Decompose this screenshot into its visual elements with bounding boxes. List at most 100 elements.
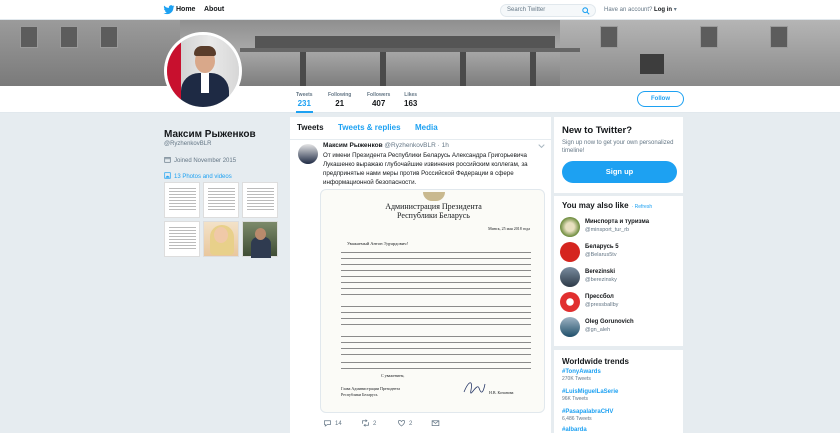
- suggestion-avatar[interactable]: [560, 267, 580, 287]
- trend-tag[interactable]: #TonyAwards: [562, 369, 601, 375]
- banner-window: [600, 26, 618, 48]
- media-thumbnail[interactable]: [164, 182, 200, 218]
- like-count: 2: [409, 421, 413, 427]
- suggestion-handle[interactable]: @pressballby: [585, 302, 618, 308]
- search-input[interactable]: Search Twitter: [500, 4, 596, 17]
- stat-following[interactable]: Following 21: [328, 92, 351, 108]
- trend-tag[interactable]: #PasapalabraCHV: [562, 409, 613, 415]
- banner-window: [700, 26, 718, 48]
- trends-title: Worldwide trends: [562, 357, 629, 366]
- retweet-icon: [362, 419, 369, 427]
- suggestion-handle[interactable]: @Belarus5tv: [585, 252, 617, 258]
- suggestion-item[interactable]: Oleg Gorunovich @gn_aleh: [560, 317, 680, 341]
- suggestion-handle[interactable]: @berezinsky: [585, 277, 617, 283]
- new-to-twitter-card: New to Twitter? Sign up now to get your …: [554, 117, 683, 193]
- signature-icon: [463, 382, 486, 394]
- new-to-twitter-description: Sign up now to get your own personalized…: [562, 140, 674, 154]
- nav-about-link[interactable]: About: [204, 6, 224, 13]
- media-thumbnail[interactable]: [242, 221, 278, 258]
- photos-label[interactable]: 13 Photos and videos: [174, 174, 232, 180]
- reply-icon: [324, 420, 331, 427]
- search-placeholder: Search Twitter: [507, 7, 546, 13]
- stat-label: Following: [328, 92, 352, 98]
- profile-name[interactable]: Максим Рыженков: [164, 129, 256, 140]
- stat-tweets[interactable]: Tweets 231: [296, 92, 313, 113]
- suggestion-item[interactable]: Berezinski @berezinsky: [560, 267, 680, 291]
- media-thumbnail[interactable]: [203, 182, 239, 218]
- suggestion-name[interactable]: Прессбол: [585, 294, 614, 300]
- suggestion-name[interactable]: Oleg Gorunovich: [585, 319, 634, 325]
- tweet-actions: 14 2 2: [323, 419, 543, 429]
- login-link[interactable]: Log in: [654, 7, 672, 13]
- chevron-down-icon[interactable]: [538, 143, 545, 149]
- tweet-avatar[interactable]: [298, 144, 318, 164]
- trend-item[interactable]: #LuisMiguelLaSerie 96K Tweets: [562, 389, 618, 402]
- photos-link[interactable]: 13 Photos and videos: [164, 172, 232, 180]
- document-lines: [169, 188, 196, 212]
- profile-handle[interactable]: @RyzhenkovBLR: [164, 141, 211, 147]
- suggestion-avatar[interactable]: [560, 317, 580, 337]
- suggestion-avatar[interactable]: [560, 292, 580, 312]
- reply-button[interactable]: 14: [323, 419, 342, 427]
- like-button[interactable]: 2: [397, 419, 412, 427]
- tweet-author-handle[interactable]: @RyzhenkovBLR · 1h: [384, 142, 448, 149]
- profile-banner: [0, 20, 840, 86]
- suggestion-avatar[interactable]: [560, 217, 580, 237]
- suggestion-item[interactable]: Беларусь 5 @Belarus5tv: [560, 242, 680, 266]
- suggestion-handle[interactable]: @minsport_tur_rb: [585, 227, 629, 233]
- retweet-button[interactable]: 2: [361, 419, 376, 427]
- document-date: Минск, 25 мая 2018 года: [488, 226, 530, 231]
- joined-date: Joined November 2015: [164, 156, 236, 164]
- document-lines: [247, 188, 274, 212]
- tweet-image-document[interactable]: Администрация Президента Республики Бела…: [320, 189, 545, 413]
- timeline-tabs: Tweets Tweets & replies Media: [290, 117, 551, 140]
- message-button[interactable]: [431, 419, 443, 427]
- suggestion-avatar[interactable]: [560, 242, 580, 262]
- worldwide-trends-card: Worldwide trends #TonyAwards 270K Tweets…: [554, 350, 683, 433]
- refresh-link[interactable]: · Refresh: [632, 204, 653, 210]
- nav-home-link[interactable]: Home: [176, 6, 195, 13]
- document-title-1: Администрация Президента: [385, 202, 482, 211]
- suggestion-item[interactable]: Минспорта и туризма @minsport_tur_rb: [560, 217, 680, 241]
- suggestion-name[interactable]: Минспорта и туризма: [585, 219, 649, 225]
- tab-media[interactable]: Media: [415, 123, 438, 132]
- stat-followers[interactable]: Followers 407: [367, 92, 390, 108]
- suggestion-item[interactable]: Прессбол @pressballby: [560, 292, 680, 316]
- tab-tweets[interactable]: Tweets: [297, 123, 324, 132]
- stat-label: Tweets: [296, 92, 313, 98]
- trend-item[interactable]: #TonyAwards 270K Tweets: [562, 369, 601, 382]
- tweet-author-name[interactable]: Максим Рыженков: [323, 142, 383, 149]
- document-paragraph: [341, 362, 531, 371]
- banner-window: [20, 26, 38, 48]
- heart-icon: [398, 419, 405, 427]
- suggestion-name[interactable]: Berezinski: [585, 269, 615, 275]
- stat-likes[interactable]: Likes 163: [404, 92, 417, 108]
- banner-plaque: [640, 54, 664, 74]
- avatar-shirt: [201, 73, 209, 93]
- stat-label: Likes: [404, 92, 418, 98]
- retweet-count: 2: [373, 421, 377, 427]
- trend-item[interactable]: #albarda: [562, 427, 587, 433]
- media-thumbnail[interactable]: [242, 182, 278, 218]
- suggestion-name[interactable]: Беларусь 5: [585, 244, 619, 250]
- login-prompt: Have an account? Log in ▾: [604, 6, 677, 13]
- banner-canopy-edge: [240, 48, 580, 52]
- trend-tag[interactable]: #LuisMiguelLaSerie: [562, 389, 618, 395]
- document-greeting: Уважаемый Антон Эдуардович!: [347, 241, 408, 246]
- tab-tweets-replies[interactable]: Tweets & replies: [338, 123, 401, 132]
- media-thumbnail[interactable]: [164, 221, 200, 257]
- tweet-author[interactable]: Максим Рыженков @RyzhenkovBLR · 1h: [323, 142, 449, 149]
- avatar[interactable]: [164, 32, 242, 110]
- follow-button[interactable]: Follow: [637, 91, 684, 107]
- twitter-bird-icon[interactable]: [163, 4, 175, 16]
- trend-item[interactable]: #PasapalabraCHV 6,486 Tweets: [562, 409, 613, 422]
- chevron-down-icon[interactable]: ▾: [674, 7, 677, 13]
- banner-window: [770, 26, 788, 48]
- trend-tag[interactable]: #albarda: [562, 427, 587, 433]
- search-icon[interactable]: [582, 7, 590, 15]
- calendar-icon: [164, 157, 171, 163]
- document-signatory-line-1: Глава Администрации Президента: [341, 386, 400, 391]
- signup-button[interactable]: Sign up: [562, 161, 677, 183]
- suggestion-handle[interactable]: @gn_aleh: [585, 327, 610, 333]
- media-thumbnail[interactable]: [203, 221, 239, 257]
